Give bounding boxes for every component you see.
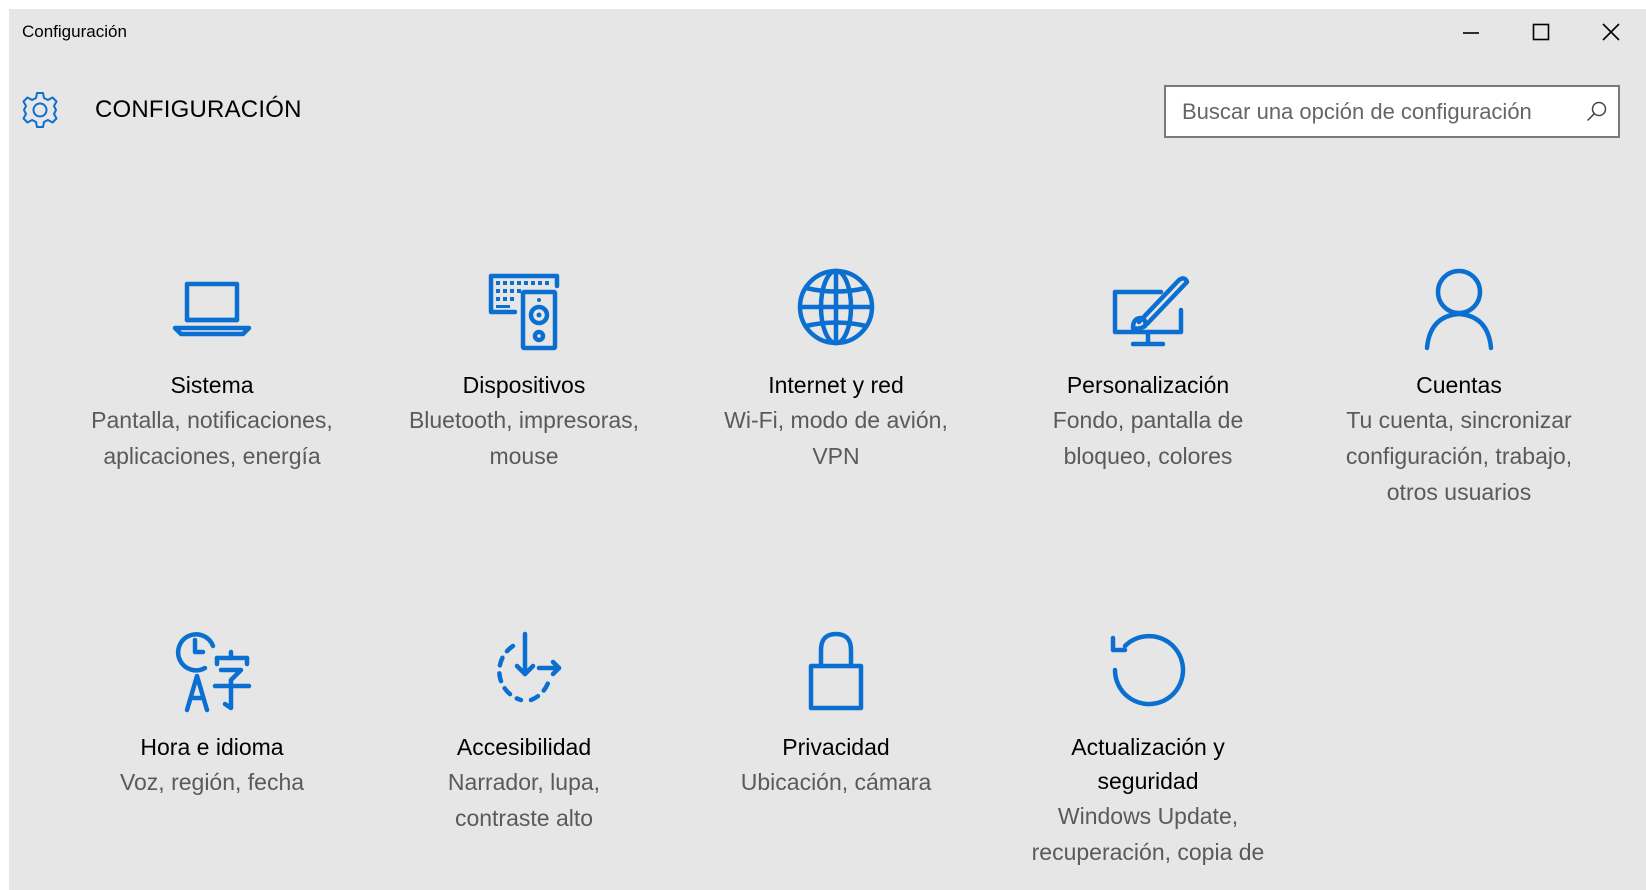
title-bar[interactable]: Configuración (9, 9, 1646, 55)
tile-subtitle-line: Windows Update, (1057, 803, 1239, 829)
tile-cuentas[interactable]: Cuentas Tu cuenta, sincronizar configura… (1309, 262, 1609, 510)
tile-title: Personalización (1066, 372, 1230, 398)
time-language-icon (175, 632, 252, 713)
devices-icon (488, 273, 560, 351)
personalization-icon (1112, 276, 1190, 347)
minimize-icon (1463, 32, 1479, 34)
tile-title: Hora e idioma (140, 734, 284, 760)
tile-accesibilidad[interactable]: Accesibilidad Narrador, lupa, contraste … (374, 624, 674, 836)
tile-title: Privacidad (782, 734, 890, 760)
laptop-icon (172, 281, 252, 337)
close-icon (1602, 23, 1620, 41)
tile-title: Cuentas (1416, 372, 1502, 398)
minimize-button[interactable] (1436, 9, 1506, 55)
tile-subtitle-line: recuperación, copia de (1031, 839, 1265, 865)
maximize-icon (1532, 23, 1550, 41)
tile-subtitle-line: Ubicación, cámara (740, 769, 932, 795)
gear-icon (22, 92, 58, 128)
window-controls (1436, 9, 1646, 55)
tile-hora-e-idioma[interactable]: Hora e idioma Voz, región, fecha (62, 624, 362, 800)
settings-window: Configuración CONFIGURACIÓN Buscar una o… (9, 9, 1646, 890)
maximize-button[interactable] (1506, 9, 1576, 55)
person-icon (1424, 268, 1494, 351)
tile-subtitle-line: otros usuarios (1386, 479, 1532, 505)
close-button[interactable] (1576, 9, 1646, 55)
tile-subtitle-line: Tu cuenta, sincronizar (1346, 407, 1572, 433)
tile-privacidad[interactable]: Privacidad Ubicación, cámara (686, 624, 986, 800)
tile-dispositivos[interactable]: Dispositivos Bluetooth, impresoras, mous… (374, 262, 674, 474)
tile-subtitle-line: Fondo, pantalla de (1052, 407, 1244, 433)
globe-icon (797, 268, 875, 346)
tile-title: Dispositivos (462, 372, 586, 398)
tile-actualizacion-y-seguridad[interactable]: Actualización y seguridad Windows Update… (998, 624, 1298, 870)
lock-icon (808, 631, 864, 711)
tile-subtitle-line: Bluetooth, impresoras, (408, 407, 640, 433)
page-title: CONFIGURACIÓN (95, 96, 302, 123)
search-input[interactable] (1166, 87, 1576, 136)
tile-title: Sistema (170, 372, 254, 398)
tile-subtitle-line: Narrador, lupa, (447, 769, 601, 795)
tile-title: Accesibilidad (456, 734, 592, 760)
tile-subtitle-line: Wi-Fi, modo de avión, (724, 407, 948, 433)
search-icon[interactable] (1586, 100, 1608, 122)
tile-title: Internet y red (768, 372, 904, 398)
search-box[interactable] (1164, 85, 1620, 138)
tile-subtitle-line: aplicaciones, energía (103, 443, 321, 469)
ease-of-access-icon (497, 631, 562, 703)
tile-subtitle-line: bloqueo, colores (1063, 443, 1233, 469)
tile-subtitle-line: Voz, región, fecha (119, 769, 305, 795)
tile-subtitle-line: mouse (489, 443, 559, 469)
tile-title: Actualización y (1071, 734, 1225, 760)
tile-subtitle-line: contraste alto (454, 805, 594, 831)
tile-personalizacion[interactable]: Personalización Fondo, pantalla de bloqu… (998, 262, 1298, 474)
tile-title: seguridad (1097, 768, 1199, 794)
tile-internet-y-red[interactable]: Internet y red Wi-Fi, modo de avión, VPN (686, 262, 986, 474)
tile-subtitle-line: Pantalla, notificaciones, (91, 407, 333, 433)
tile-sistema[interactable]: Sistema Pantalla, notificaciones, aplica… (62, 262, 362, 474)
update-icon (1110, 633, 1186, 707)
window-title: Configuración (22, 22, 127, 41)
tile-subtitle-line: configuración, trabajo, (1345, 443, 1573, 469)
tile-subtitle-line: VPN (812, 443, 860, 469)
